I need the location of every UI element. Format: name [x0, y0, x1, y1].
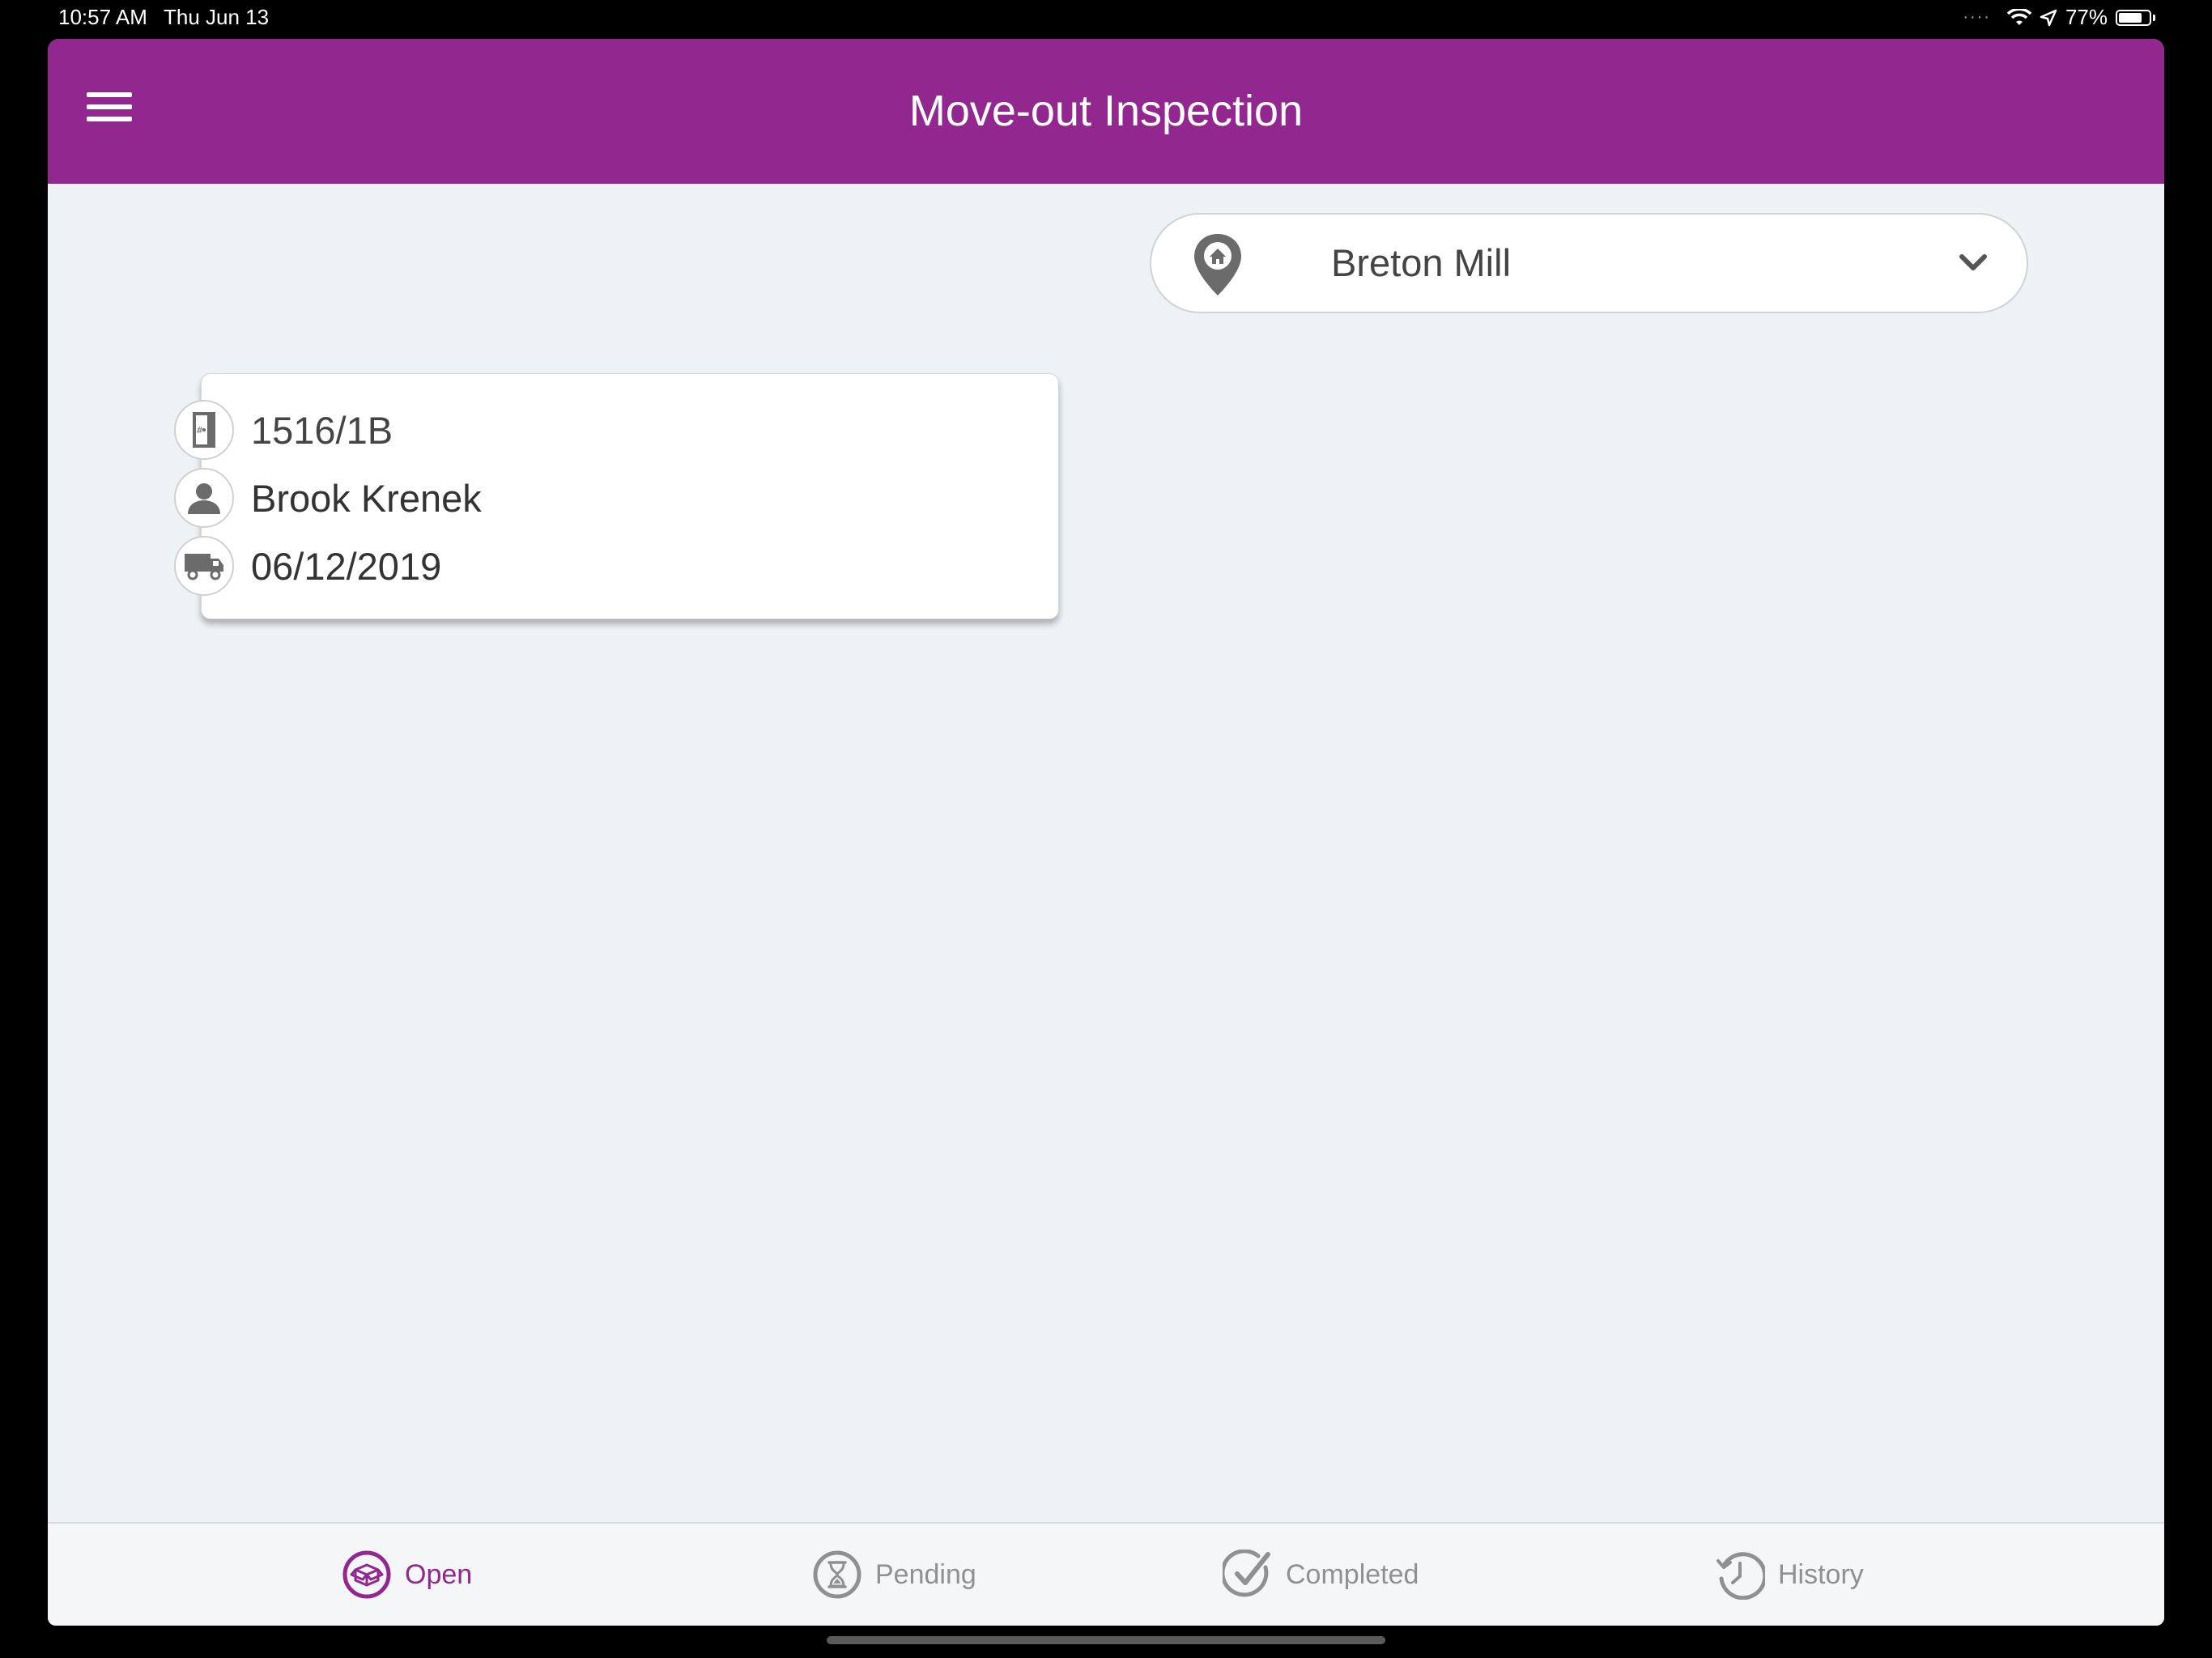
app-header: Move-out Inspection: [48, 39, 2164, 184]
property-name: Breton Mill: [1331, 241, 1512, 284]
ipad-screen: 10:57 AM Thu Jun 13 ···· 77% Move-out In…: [0, 0, 2212, 1658]
door-icon: #: [174, 400, 234, 460]
tab-pending[interactable]: Pending: [812, 1524, 976, 1626]
move-out-date: 06/12/2019: [251, 544, 442, 588]
resident-row: Brook Krenek: [174, 466, 482, 529]
home-location-pin-icon: [1194, 234, 1241, 295]
history-clock-icon: [1716, 1552, 1765, 1600]
chevron-down-icon: [1959, 254, 1987, 270]
battery-icon: [2116, 9, 2151, 26]
tab-history-label: History: [1778, 1558, 1864, 1590]
resident-name: Brook Krenek: [251, 476, 482, 520]
home-indicator[interactable]: [827, 1636, 1385, 1644]
page-title: Move-out Inspection: [908, 87, 1304, 135]
tab-open-label: Open: [405, 1558, 473, 1590]
location-arrow-icon: [2040, 9, 2057, 26]
person-icon: [174, 468, 234, 528]
tab-completed[interactable]: Completed: [1223, 1524, 1419, 1626]
checkmark-icon: [1223, 1550, 1270, 1597]
status-bar: 10:57 AM Thu Jun 13 ···· 77%: [0, 0, 2212, 36]
unit-row: # 1516/1B: [174, 398, 393, 461]
status-date: Thu Jun 13: [164, 5, 270, 29]
tab-completed-label: Completed: [1286, 1558, 1419, 1590]
bottom-tab-bar: Open Pending Completed History: [48, 1522, 2164, 1626]
property-dropdown[interactable]: Breton Mill: [1150, 213, 2028, 313]
move-out-date-row: 06/12/2019: [174, 534, 441, 597]
battery-tip: [2153, 14, 2155, 21]
tab-open[interactable]: Open: [342, 1524, 472, 1626]
battery-percent: 77%: [2065, 5, 2108, 29]
svg-text:#: #: [196, 425, 203, 436]
wifi-icon: [2006, 8, 2031, 25]
battery-fill: [2119, 12, 2142, 23]
hourglass-icon: [813, 1550, 861, 1599]
moving-truck-icon: [174, 536, 234, 596]
unit-number: 1516/1B: [251, 408, 393, 452]
app-window: Move-out Inspection Breton Mill # 1516/1…: [48, 39, 2164, 1626]
status-indicators: ···· 77%: [1963, 5, 2155, 30]
tab-history[interactable]: History: [1715, 1524, 1864, 1626]
tab-pending-label: Pending: [875, 1558, 976, 1590]
status-time: 10:57 AM: [58, 5, 147, 29]
cellular-dots-icon: ····: [1963, 8, 1991, 26]
inspection-card[interactable]: # 1516/1B Brook Krenek 06/12/2019: [174, 373, 1059, 619]
open-box-icon: [342, 1550, 391, 1599]
